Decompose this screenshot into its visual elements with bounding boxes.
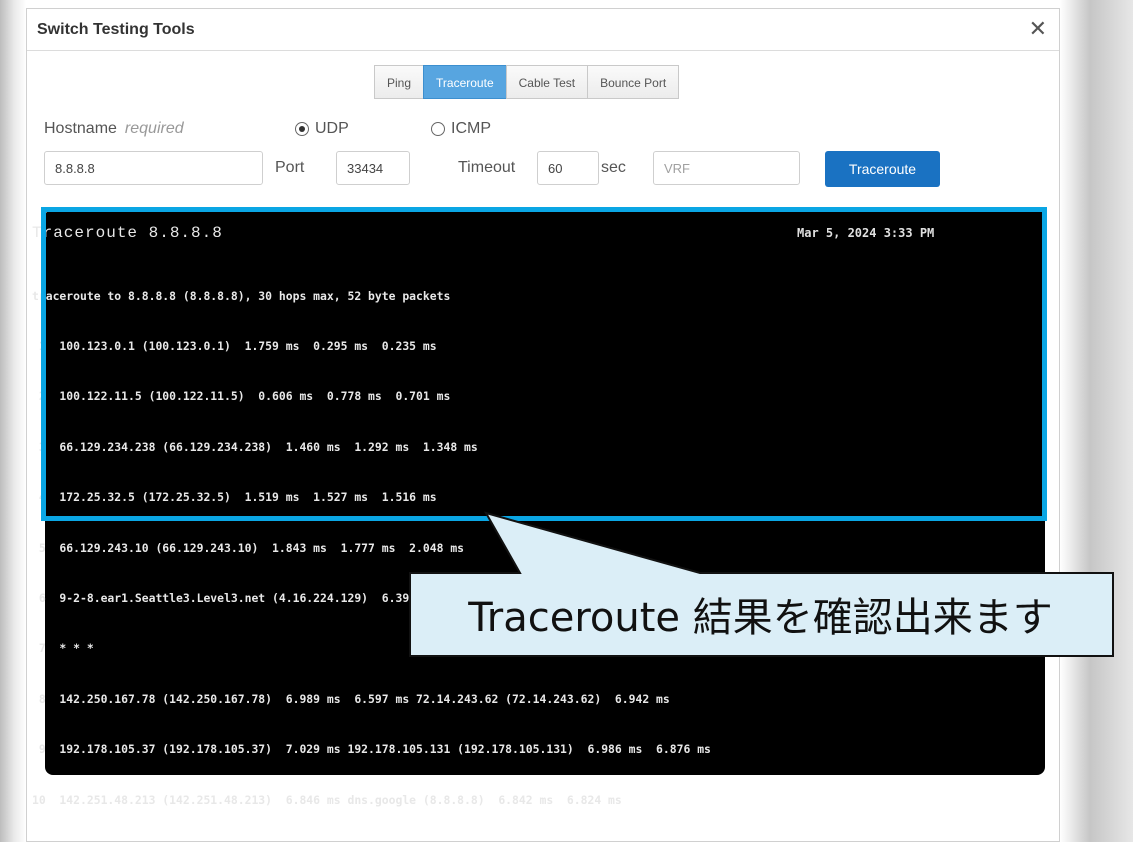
tab-bounce-port[interactable]: Bounce Port [587, 65, 680, 99]
close-icon[interactable]: ✕ [1029, 16, 1047, 42]
radio-unchecked-icon [431, 122, 445, 136]
hostname-required-hint: required [124, 120, 184, 137]
dialog-title: Switch Testing Tools [37, 21, 195, 38]
terminal-title: Traceroute 8.8.8.8 [32, 224, 223, 242]
callout-text: Traceroute 結果を確認出来ます [468, 595, 1053, 641]
hostname-input[interactable] [44, 151, 263, 185]
output-line: 5 66.129.243.10 (66.129.243.10) 1.843 ms… [32, 540, 465, 555]
port-label: Port [275, 159, 305, 176]
hostname-label-text: Hostname [44, 120, 117, 137]
output-line: 4 172.25.32.5 (172.25.32.5) 1.519 ms 1.5… [32, 490, 437, 505]
port-input[interactable] [336, 151, 410, 185]
traceroute-button[interactable]: Traceroute [825, 151, 940, 187]
timeout-input[interactable] [537, 151, 599, 185]
radio-icmp-label: ICMP [451, 120, 491, 137]
output-line: 1 100.123.0.1 (100.123.0.1) 1.759 ms 0.2… [32, 338, 437, 353]
timeout-label: Timeout [458, 159, 516, 176]
tab-traceroute[interactable]: Traceroute [423, 65, 507, 99]
tool-tabs: Ping Traceroute Cable Test Bounce Port [374, 65, 680, 99]
output-line: traceroute to 8.8.8.8 (8.8.8.8), 30 hops… [32, 288, 451, 303]
traceroute-output-lines: traceroute to 8.8.8.8 (8.8.8.8), 30 hops… [32, 254, 711, 825]
dialog-titlebar: Switch Testing Tools ✕ [27, 9, 1059, 51]
terminal-timestamp: Mar 5, 2024 3:33 PM [797, 226, 935, 240]
tab-cable-test[interactable]: Cable Test [505, 65, 589, 99]
output-line: 3 66.129.234.238 (66.129.234.238) 1.460 … [32, 439, 478, 454]
output-line: 2 100.122.11.5 (100.122.11.5) 0.606 ms 0… [32, 389, 451, 404]
radio-udp-label: UDP [315, 120, 349, 137]
tab-ping[interactable]: Ping [374, 65, 425, 99]
output-line: 8 142.250.167.78 (142.250.167.78) 6.989 … [32, 691, 670, 706]
vrf-input[interactable] [653, 151, 800, 185]
hostname-label: Hostname required [44, 120, 184, 138]
radio-icmp[interactable]: ICMP [431, 120, 491, 138]
radio-checked-icon [295, 122, 309, 136]
radio-udp[interactable]: UDP [295, 120, 349, 138]
timeout-unit-label: sec [601, 159, 626, 176]
output-line: 9 192.178.105.37 (192.178.105.37) 7.029 … [32, 742, 711, 757]
output-line: 10 142.251.48.213 (142.251.48.213) 6.846… [32, 792, 622, 807]
